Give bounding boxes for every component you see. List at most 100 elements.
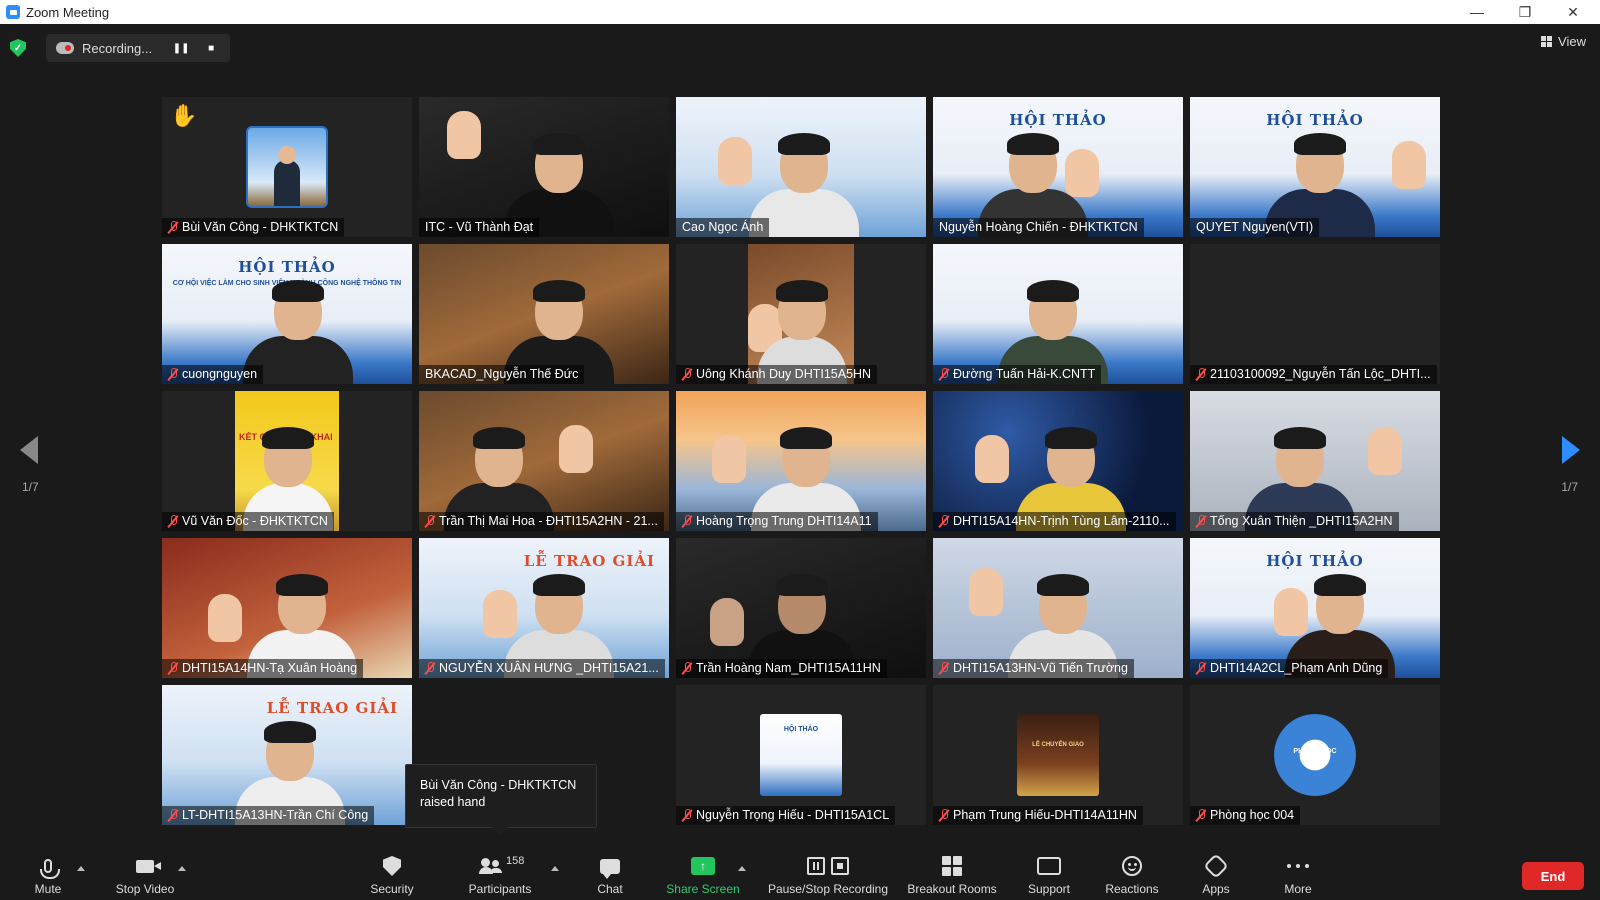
participant-name: DHTI15A14HN-Trịnh Tùng Lâm-2110... — [933, 512, 1176, 531]
meeting-toolbar: Mute Stop Video Security 158 Participant… — [0, 852, 1600, 900]
banner-title: LỄ TRAO GIẢI — [266, 699, 398, 717]
breakout-rooms-icon — [942, 856, 962, 876]
raised-hand-notification: Bùi Văn Công - DHKTKTCN raised hand — [405, 764, 597, 835]
participant-name: Hoàng Trọng Trung DHTI14A11 — [676, 512, 878, 531]
reactions-smiley-icon — [1122, 856, 1142, 876]
view-button[interactable]: View — [1541, 34, 1586, 49]
stop-recording-icon[interactable]: ■ — [202, 39, 220, 57]
participant-name: 21103100092_Nguyễn Tấn Lộc_DHTI... — [1190, 365, 1437, 384]
pause-stop-recording-label: Pause/Stop Recording — [767, 882, 889, 896]
support-button[interactable]: Support — [1024, 852, 1074, 900]
next-page-arrow-icon[interactable] — [1562, 436, 1580, 464]
security-button[interactable]: Security — [362, 852, 422, 900]
mic-muted-icon — [939, 367, 949, 381]
close-button[interactable]: ✕ — [1550, 0, 1596, 24]
video-tile[interactable]: LỄ TRAO GIẢI LT-DHTI15A13HN-Trần Chí Côn… — [162, 685, 412, 825]
mic-muted-icon — [682, 514, 692, 528]
encryption-shield-icon[interactable]: ✓ — [10, 39, 26, 57]
end-meeting-button[interactable]: End — [1522, 862, 1584, 890]
video-tile[interactable]: 21103100092_Nguyễn Tấn Lộc_DHTI... — [1190, 244, 1440, 384]
video-tile[interactable]: Trần Thị Mai Hoa - ĐHTI15A2HN - 21... — [419, 391, 669, 531]
video-tile[interactable]: HỘI THẢO DHTI14A2CL_Phạm Anh Dũng — [1190, 538, 1440, 678]
participant-name: NGUYỄN XUÂN HƯNG _DHTI15A21... — [419, 659, 665, 678]
participant-name: Phạm Trung Hiếu-DHTI14A11HN — [933, 806, 1143, 825]
video-tile[interactable]: HỘI THẢO CƠ HỘI VIỆC LÀM CHO SINH VIÊN N… — [162, 244, 412, 384]
minimize-button[interactable]: — — [1454, 0, 1500, 24]
participant-name: LT-DHTI15A13HN-Trần Chí Công — [162, 806, 375, 825]
participants-button[interactable]: 158 Participants — [462, 852, 538, 900]
video-tile[interactable]: HỘI THẢO QUYET Nguyen(VTI) — [1190, 97, 1440, 237]
share-screen-button[interactable]: ↑ Share Screen — [662, 852, 744, 900]
video-tile[interactable]: Trần Hoàng Nam_DHTI15A11HN — [676, 538, 926, 678]
restore-button[interactable]: ❐ — [1502, 0, 1548, 24]
video-tile[interactable]: PHÒNG HỌC SỐ 004 Phòng học 004 — [1190, 685, 1440, 825]
participant-name: Nguyễn Hoàng Chiến - ĐHKTKTCN — [933, 218, 1144, 237]
recording-indicator: Recording... ❚❚ ■ — [46, 34, 231, 62]
video-tile[interactable]: Nguyễn Trọng Hiếu - DHTI15A1CL — [676, 685, 926, 825]
participant-name: Phòng học 004 — [1190, 806, 1301, 825]
more-button[interactable]: More — [1278, 852, 1318, 900]
gallery-view: ✋ Bùi Văn Công - DHKTKTCN ITC - Vũ Thành… — [162, 97, 1440, 828]
share-screen-label: Share Screen — [666, 882, 740, 896]
mute-button[interactable]: Mute — [28, 852, 68, 900]
chat-bubble-icon — [600, 858, 620, 879]
video-tile[interactable]: KẾT CỦA TRIỂN KHAI Vũ Văn Đốc - ĐHKTKTCN — [162, 391, 412, 531]
mic-muted-icon — [939, 661, 949, 675]
mic-muted-icon — [682, 661, 692, 675]
more-label: More — [1284, 882, 1312, 896]
chat-label: Chat — [597, 882, 623, 896]
banner-title: HỘI THẢO — [1266, 552, 1364, 570]
raised-hand-icon: ✋ — [170, 103, 198, 128]
share-options-chevron-icon[interactable] — [738, 866, 746, 871]
support-label: Support — [1027, 882, 1071, 896]
reactions-label: Reactions — [1105, 882, 1159, 896]
mic-muted-icon — [168, 367, 178, 381]
video-tile[interactable]: DHTI15A14HN-Trịnh Tùng Lâm-2110... — [933, 391, 1183, 531]
profile-picture — [1017, 714, 1099, 796]
video-tile[interactable]: Phạm Trung Hiếu-DHTI14A11HN — [933, 685, 1183, 825]
mic-muted-icon — [939, 808, 949, 822]
banner-title: HỘI THẢO — [238, 258, 336, 276]
video-options-chevron-icon[interactable] — [178, 866, 186, 871]
audio-options-chevron-icon[interactable] — [77, 866, 85, 871]
video-tile[interactable]: BKACAD_Nguyễn Thế Đức — [419, 244, 669, 384]
view-label: View — [1558, 34, 1586, 49]
video-tile[interactable]: ✋ Bùi Văn Công - DHKTKTCN — [162, 97, 412, 237]
video-tile-active-speaker[interactable]: HỘI THẢO Nguyễn Hoàng Chiến - ĐHKTKTCN — [933, 97, 1183, 237]
pause-recording-icon[interactable]: ❚❚ — [172, 39, 190, 57]
video-tile[interactable]: LỄ TRAO GIẢI NGUYỄN XUÂN HƯNG _DHTI15A21… — [419, 538, 669, 678]
microphone-icon — [40, 859, 60, 879]
participant-name: DHTI14A2CL_Phạm Anh Dũng — [1190, 659, 1389, 678]
participant-name: Bùi Văn Công - DHKTKTCN — [162, 218, 345, 237]
video-tile[interactable]: Uông Khánh Duy DHTI15A5HN — [676, 244, 926, 384]
pause-icon — [807, 857, 825, 875]
mic-muted-icon — [425, 661, 435, 675]
mic-muted-icon — [168, 661, 178, 675]
mic-muted-icon — [1196, 514, 1206, 528]
participant-name: Trần Thị Mai Hoa - ĐHTI15A2HN - 21... — [419, 512, 664, 531]
reactions-button[interactable]: Reactions — [1102, 852, 1162, 900]
participant-name: ITC - Vũ Thành Đạt — [419, 218, 540, 237]
security-shield-icon — [383, 856, 401, 876]
participants-options-chevron-icon[interactable] — [551, 866, 559, 871]
profile-picture — [246, 126, 328, 208]
video-tile[interactable]: Cao Ngọc Ánh — [676, 97, 926, 237]
video-tile[interactable]: Đường Tuấn Hải-K.CNTT — [933, 244, 1183, 384]
video-tile[interactable]: DHTI15A13HN-Vũ Tiến Trường — [933, 538, 1183, 678]
chat-button[interactable]: Chat — [590, 852, 630, 900]
video-tile[interactable]: DHTI15A14HN-Tạ Xuân Hoàng — [162, 538, 412, 678]
breakout-rooms-button[interactable]: Breakout Rooms — [904, 852, 1000, 900]
participant-name: Vũ Văn Đốc - ĐHKTKTCN — [162, 512, 334, 531]
mic-muted-icon — [1196, 367, 1206, 381]
more-dots-icon — [1287, 864, 1309, 868]
recording-bar: ✓ Recording... ❚❚ ■ — [10, 34, 231, 62]
video-tile[interactable]: Hoàng Trọng Trung DHTI14A11 — [676, 391, 926, 531]
video-tile[interactable]: ITC - Vũ Thành Đạt — [419, 97, 669, 237]
pause-stop-recording-button[interactable]: Pause/Stop Recording — [763, 852, 893, 900]
apps-button[interactable]: Apps — [1196, 852, 1236, 900]
video-tile[interactable]: Tống Xuân Thiện _DHTI15A2HN — [1190, 391, 1440, 531]
participant-name: BKACAD_Nguyễn Thế Đức — [419, 365, 585, 384]
security-label: Security — [370, 882, 414, 896]
previous-page-arrow-icon[interactable] — [20, 436, 38, 464]
stop-video-button[interactable]: Stop Video — [110, 852, 180, 900]
